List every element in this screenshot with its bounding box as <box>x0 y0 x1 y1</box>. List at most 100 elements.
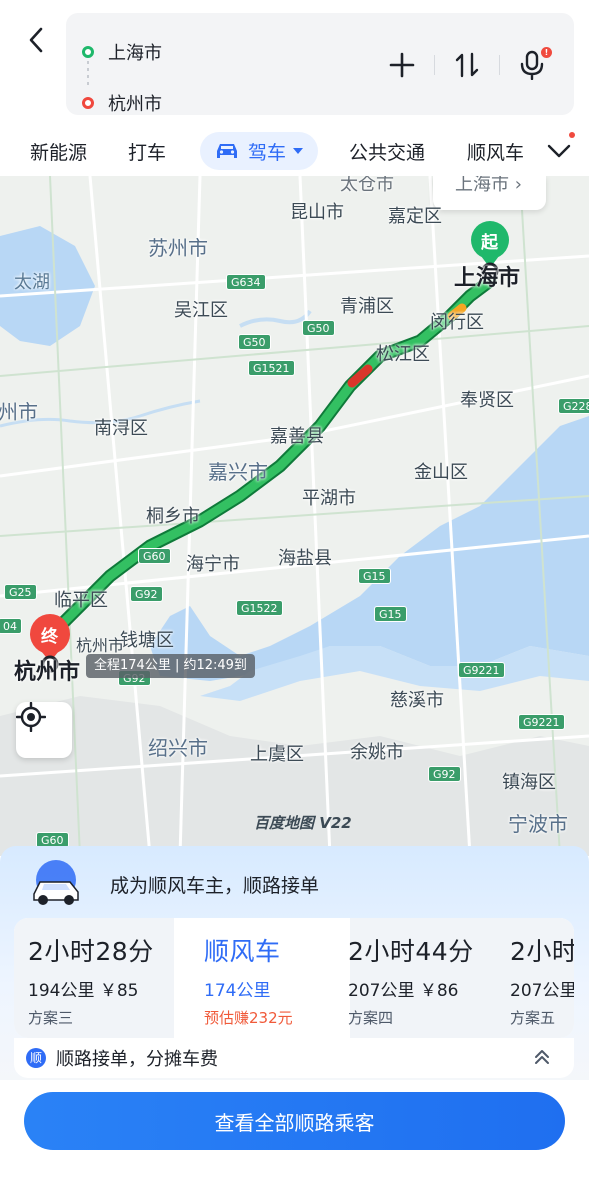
highway-shield: 04 <box>0 618 22 634</box>
tab-drive[interactable]: 驾车 <box>200 132 319 170</box>
map-view[interactable]: 太仓市 上海市 › 苏州市 昆山市 嘉定区 太湖 吴江区 青浦区 闵行区 松江区… <box>0 176 589 856</box>
locate-icon <box>16 702 46 732</box>
map-label: 嘉定区 <box>388 206 442 227</box>
chevron-left-icon <box>29 27 43 53</box>
promo-text: 成为顺风车主，顺路接单 <box>110 874 320 897</box>
map-label: 南浔区 <box>94 418 148 439</box>
plan-name: 方案四 <box>348 1009 394 1027</box>
tab-transit[interactable]: 公共交通 <box>349 132 425 170</box>
route-actions: ! <box>384 47 552 83</box>
locate-button[interactable] <box>16 702 72 758</box>
travel-mode-tabs: 新能源 打车 驾车 公共交通 顺风车 <box>0 124 589 176</box>
plan-time: 2小时44分 <box>510 937 574 966</box>
share-cost-row[interactable]: 顺 顺路接单，分摊车费 <box>14 1038 574 1078</box>
map-label: 州市 <box>0 400 38 424</box>
map-label: 嘉兴市 <box>208 460 268 484</box>
route-sheet: 成为顺风车主，顺路接单 2小时28分 194公里 ￥85 方案三 顺风车 174… <box>0 846 589 1196</box>
route-plans: 2小时28分 194公里 ￥85 方案三 顺风车 174公里 预估赚232元 2… <box>14 918 574 1038</box>
swap-icon <box>455 52 479 78</box>
add-stop-button[interactable] <box>384 47 420 83</box>
highway-shield: G15 <box>374 606 407 622</box>
route-congestion <box>347 364 373 388</box>
plan-distance: 194公里 ￥85 <box>28 981 139 1001</box>
plan-option-3[interactable]: 2小时28分 194公里 ￥85 方案三 <box>14 918 174 1038</box>
tab-label: 驾车 <box>248 141 287 164</box>
map-label: 昆山市 <box>290 202 344 223</box>
tab-new-energy[interactable]: 新能源 <box>30 132 87 170</box>
map-label: 慈溪市 <box>390 690 444 711</box>
highway-shield: G92 <box>428 766 461 782</box>
double-chevron-up-icon <box>535 1050 549 1064</box>
destination-label: 杭州市 <box>108 94 162 115</box>
promo-banner[interactable]: 成为顺风车主，顺路接单 <box>26 856 319 912</box>
tab-taxi[interactable]: 打车 <box>128 132 166 170</box>
plus-icon <box>389 52 415 78</box>
car-icon <box>217 144 237 158</box>
map-label: 苏州市 <box>148 236 208 260</box>
map-label: 杭州市 <box>14 660 81 685</box>
plan-earnings: 预估赚232元 <box>204 1009 293 1027</box>
plan-name: 方案五 <box>510 1009 556 1027</box>
more-tabs-button[interactable] <box>543 132 575 166</box>
map-label: 金山区 <box>414 462 468 483</box>
highway-shield: G9221 <box>518 714 565 730</box>
map-label: 吴江区 <box>174 300 228 321</box>
bottom-action-bar: 查看全部顺路乘客 <box>0 1080 589 1196</box>
plan-option-carpool[interactable]: 顺风车 174公里 预估赚232元 <box>190 918 350 1038</box>
divider <box>434 55 435 75</box>
map-label: 上虞区 <box>250 744 304 765</box>
start-marker-label: 起 <box>481 233 498 253</box>
destination-field[interactable]: 杭州市 <box>82 90 162 116</box>
swap-button[interactable] <box>449 47 485 83</box>
view-all-passengers-button[interactable]: 查看全部顺路乘客 <box>24 1092 565 1150</box>
map-label: 闵行区 <box>430 312 484 333</box>
route-info-chip: 全程174公里 | 约12:49到 <box>86 654 255 678</box>
map-label: 太仓市 <box>340 176 394 195</box>
highway-shield: G60 <box>138 548 171 564</box>
map-label: 临平区 <box>54 590 108 611</box>
map-label: 钱塘区 <box>120 630 174 651</box>
map-label: 桐乡市 <box>146 506 200 527</box>
map-label: 海盐县 <box>278 548 332 569</box>
origin-dot-icon <box>82 46 94 58</box>
highway-shield: G25 <box>4 584 37 600</box>
plan-name: 方案三 <box>28 1009 74 1027</box>
tab-label: 打车 <box>128 141 167 164</box>
carpool-car-icon <box>33 860 79 905</box>
highway-shield: G92 <box>130 586 163 602</box>
plan-time: 2小时28分 <box>28 937 154 966</box>
back-button[interactable] <box>18 22 54 58</box>
tab-label: 顺风车 <box>467 141 525 164</box>
plan-option-5[interactable]: 2小时44分 207公里 ￥86 方案五 <box>496 918 574 1038</box>
map-label: 杭州市 <box>76 636 125 655</box>
destination-dot-icon <box>82 97 94 109</box>
map-label: 上海市 <box>454 266 521 291</box>
highway-shield: G1522 <box>236 600 283 616</box>
map-label: 镇海区 <box>502 772 556 793</box>
divider <box>499 55 500 75</box>
highway-shield: G634 <box>226 274 266 290</box>
plan-time: 2小时44分 <box>348 937 474 966</box>
chevron-down-icon <box>547 144 571 158</box>
plan-distance: 207公里 ￥86 <box>348 981 459 1001</box>
map-label: 上海市 › <box>455 176 522 195</box>
map-watermark: 百度地图 V22 <box>254 814 352 832</box>
origin-label: 上海市 <box>108 43 162 64</box>
highway-shield: G228 <box>558 398 589 414</box>
river <box>239 309 312 328</box>
voice-button[interactable]: ! <box>514 47 552 83</box>
map-label: 海宁市 <box>186 554 240 575</box>
tab-label: 新能源 <box>30 141 88 164</box>
highway-shield: G50 <box>238 334 271 350</box>
plan-option-4[interactable]: 2小时44分 207公里 ￥86 方案四 <box>334 918 494 1038</box>
map-label: 平湖市 <box>302 488 356 509</box>
route-input-box: 上海市 杭州市 ! <box>66 13 574 115</box>
tab-carpool[interactable]: 顺风车 <box>467 132 524 170</box>
map-label: 青浦区 <box>340 296 394 317</box>
origin-field[interactable]: 上海市 <box>82 39 162 65</box>
highway-shield: G9221 <box>458 662 505 678</box>
highway-shield: G1521 <box>248 360 295 376</box>
caret-down-icon <box>293 148 304 154</box>
highway-shield: G15 <box>358 568 391 584</box>
map-label: 绍兴市 <box>148 736 208 760</box>
